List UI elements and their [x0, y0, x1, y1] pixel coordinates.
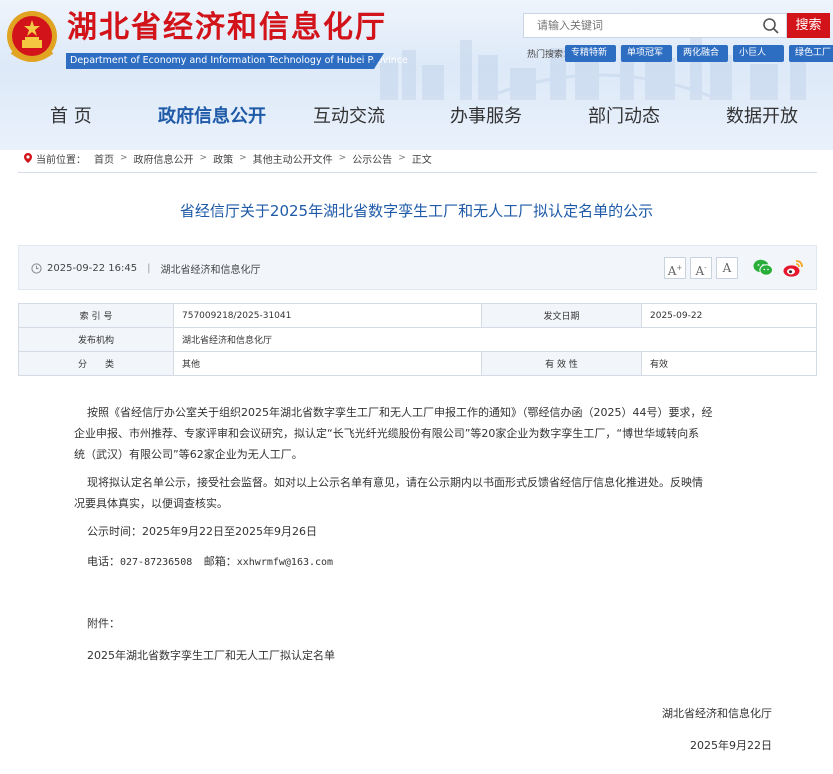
paragraph-line: 况要具体真实，以便调查核实。 [74, 497, 228, 510]
breadcrumb-policy[interactable]: 政策 [213, 151, 233, 166]
hot-tag[interactable]: 小巨人 [733, 45, 784, 62]
issue-date-label: 发文日期 [481, 303, 642, 328]
meta-separator: | [147, 263, 151, 274]
validity-value: 有效 [641, 351, 817, 376]
breadcrumb-separator: > [120, 153, 128, 163]
attachment-label: 附件： [87, 617, 120, 630]
paragraph-line: 按照《省经信厅办公室关于组织2025年湖北省数字孪生工厂和无人工厂申报工作的通知… [87, 406, 713, 419]
category-label: 分 类 [18, 351, 174, 376]
search-box [523, 13, 787, 38]
breadcrumb-announcements[interactable]: 公示公告 [352, 151, 392, 166]
article-source: 湖北省经济和信息化厅 [160, 265, 261, 276]
phone-number: 027-87236508 [120, 557, 193, 568]
search-icon[interactable] [762, 17, 780, 35]
nav-item-home[interactable]: 首 页 [50, 96, 92, 138]
hot-search-tags: 专精特新 单项冠军 两化融合 小巨人 绿色工厂 [565, 45, 833, 62]
breadcrumb-separator: > [398, 153, 406, 163]
paragraph-line: 现将拟认定名单公示，接受社会监督。如对以上公示名单有意见，请在公示期内以书面形式… [87, 476, 703, 489]
table-row: 发布机构 湖北省经济和信息化厅 [18, 327, 817, 352]
site-title[interactable]: 湖北省经济和信息化厅 [67, 8, 387, 48]
font-larger-button[interactable]: A+ [664, 257, 686, 279]
validity-label: 有 效 性 [481, 351, 642, 376]
breadcrumb-separator: > [199, 153, 208, 163]
paragraph-1: 按照《省经信厅办公室关于组织2025年湖北省数字孪生工厂和无人工厂申报工作的通知… [74, 402, 713, 465]
search-input[interactable] [524, 14, 754, 37]
nav-item-news[interactable]: 部门动态 [588, 96, 660, 138]
article-title: 省经信厅关于2025年湖北省数字孪生工厂和无人工厂拟认定名单的公示 [179, 202, 654, 220]
breadcrumb-current: 正文 [411, 154, 432, 166]
paragraph-line: 统（武汉）有限公司”等62家企业为无人工厂。 [74, 448, 303, 461]
phone-label: 电话： [87, 555, 120, 568]
site-header: 湖北省经济和信息化厅 Department of Economy and Inf… [0, 0, 833, 150]
publisher-value: 湖北省经济和信息化厅 [173, 327, 817, 352]
national-emblem-icon [7, 11, 57, 62]
index-value: 757009218/2025-31041 [173, 303, 482, 328]
document-info-table: 索 引 号 757009218/2025-31041 发文日期 2025-09-… [18, 303, 817, 376]
paragraph-line: 企业申报、市州推荐、专家评审和会议研究，拟认定“长飞光纤光缆股份有限公司”等20… [74, 427, 700, 440]
nav-item-open-data[interactable]: 数据开放 [726, 96, 798, 138]
hot-tag[interactable]: 两化融合 [677, 45, 728, 62]
main-nav: 首 页 政府信息公开 互动交流 办事服务 部门动态 数据开放 [0, 96, 833, 138]
breadcrumb-home[interactable]: 首页 [94, 151, 114, 166]
paragraph-2: 现将拟认定名单公示，接受社会监督。如对以上公示名单有意见，请在公示期内以书面形式… [74, 472, 703, 514]
table-row: 索 引 号 757009218/2025-31041 发文日期 2025-09-… [18, 303, 817, 328]
font-smaller-button[interactable]: A- [690, 257, 712, 279]
site-subtitle: Department of Economy and Information Te… [66, 53, 408, 69]
share-buttons [752, 257, 804, 279]
breadcrumb-other-files[interactable]: 其他主动公开文件 [253, 151, 333, 166]
email-address[interactable]: xxhwrmfw@163.com [237, 557, 333, 568]
category-value: 其他 [173, 351, 482, 376]
divider [18, 172, 817, 173]
article-meta-bar: 2025-09-22 16:45 | 湖北省经济和信息化厅 A+ A- A [18, 245, 817, 290]
nav-item-gov-info[interactable]: 政府信息公开 [158, 96, 266, 138]
article-meta: 2025-09-22 16:45 | 湖北省经济和信息化厅 [31, 246, 261, 291]
nav-item-services[interactable]: 办事服务 [450, 96, 522, 138]
location-icon [24, 153, 32, 163]
publish-date: 2025-09-22 16:45 [47, 263, 138, 274]
signature: 湖北省经济和信息化厅 [662, 707, 772, 720]
contact-info: 电话：027-87236508 邮箱：xxhwrmfw@163.com [87, 551, 333, 573]
clock-icon [31, 263, 42, 274]
hot-tag[interactable]: 单项冠军 [621, 45, 672, 62]
announcement-period: 公示时间：2025年9月22日至2025年9月26日 [87, 525, 317, 538]
nav-item-interaction[interactable]: 互动交流 [313, 96, 385, 138]
search-button[interactable]: 搜索 [787, 13, 830, 38]
hot-tag[interactable]: 专精特新 [565, 45, 616, 62]
breadcrumb-gov-info[interactable]: 政府信息公开 [134, 151, 194, 166]
breadcrumb-separator: > [338, 153, 347, 163]
font-reset-button[interactable]: A [716, 257, 738, 279]
wechat-icon[interactable] [752, 257, 774, 279]
index-label: 索 引 号 [18, 303, 174, 328]
weibo-icon[interactable] [782, 257, 804, 279]
font-size-controls: A+ A- A [664, 257, 738, 279]
table-row: 分 类 其他 有 效 性 有效 [18, 351, 817, 376]
breadcrumb-label: 当前位置： [36, 154, 86, 166]
hot-tag[interactable]: 绿色工厂 [789, 45, 833, 62]
issue-date-value: 2025-09-22 [641, 303, 817, 328]
email-label: 邮箱： [203, 555, 237, 568]
signature-date: 2025年9月22日 [690, 739, 772, 752]
attachment-link[interactable]: 2025年湖北省数字孪生工厂和无人工厂拟认定名单 [87, 645, 335, 666]
breadcrumb-separator: > [239, 153, 247, 163]
breadcrumb: 当前位置： 首页 > 政府信息公开 > 政策 > 其他主动公开文件 > 公示公告… [22, 150, 432, 166]
publisher-label: 发布机构 [18, 327, 174, 352]
